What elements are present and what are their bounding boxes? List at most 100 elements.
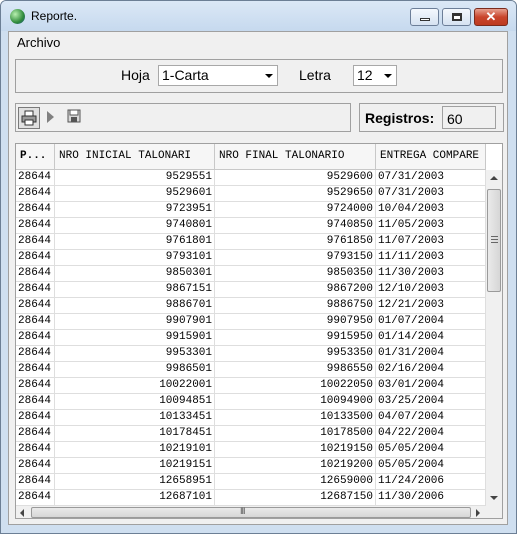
table-row[interactable]: 28644 9867151 9867200 12/10/2003 bbox=[16, 282, 486, 298]
table-cell: 28644 bbox=[16, 490, 55, 506]
column-header-p[interactable]: P... bbox=[16, 144, 55, 169]
table-cell: 28644 bbox=[16, 426, 55, 442]
data-grid: P... NRO INICIAL TALONARI NRO FINAL TALO… bbox=[15, 143, 503, 519]
title-bar[interactable]: Reporte. ✕ bbox=[1, 1, 516, 31]
table-cell: 9907950 bbox=[215, 314, 376, 330]
table-cell: 10094851 bbox=[55, 394, 215, 410]
hoja-select[interactable]: 1-Carta bbox=[158, 65, 278, 86]
save-icon[interactable] bbox=[67, 109, 81, 123]
table-cell: 28644 bbox=[16, 234, 55, 250]
column-header-nro-inicial[interactable]: NRO INICIAL TALONARI bbox=[55, 144, 215, 169]
table-row[interactable]: 28644 9740801 9740850 11/05/2003 bbox=[16, 218, 486, 234]
table-cell: 03/01/2004 bbox=[376, 378, 486, 394]
table-row[interactable]: 28644 9529601 9529650 07/31/2003 bbox=[16, 186, 486, 202]
table-cell: 9867151 bbox=[55, 282, 215, 298]
scroll-up-icon[interactable] bbox=[490, 176, 498, 180]
table-cell: 9953301 bbox=[55, 346, 215, 362]
table-row[interactable]: 28644 10133451 10133500 04/07/2004 bbox=[16, 410, 486, 426]
table-cell: 28644 bbox=[16, 218, 55, 234]
table-row[interactable]: 28644 12687101 12687150 11/30/2006 bbox=[16, 490, 486, 506]
table-cell: 9724000 bbox=[215, 202, 376, 218]
table-cell: 10219200 bbox=[215, 458, 376, 474]
table-cell: 10219151 bbox=[55, 458, 215, 474]
table-row[interactable]: 28644 9793101 9793150 11/11/2003 bbox=[16, 250, 486, 266]
table-cell: 9723951 bbox=[55, 202, 215, 218]
print-params-panel: Hoja 1-Carta Letra 12 bbox=[15, 59, 503, 93]
play-icon[interactable] bbox=[47, 111, 54, 123]
table-cell: 12658951 bbox=[55, 474, 215, 490]
table-row[interactable]: 28644 10219151 10219200 05/05/2004 bbox=[16, 458, 486, 474]
table-row[interactable]: 28644 9953301 9953350 01/31/2004 bbox=[16, 346, 486, 362]
report-window: Reporte. ✕ Archivo Hoja 1-Carta Letra 12 bbox=[0, 0, 517, 534]
minimize-icon bbox=[420, 18, 430, 21]
table-row[interactable]: 28644 9723951 9724000 10/04/2003 bbox=[16, 202, 486, 218]
table-cell: 10133500 bbox=[215, 410, 376, 426]
table-row[interactable]: 28644 9886701 9886750 12/21/2003 bbox=[16, 298, 486, 314]
table-cell: 04/07/2004 bbox=[376, 410, 486, 426]
table-cell: 9850301 bbox=[55, 266, 215, 282]
table-row[interactable]: 28644 9761801 9761850 11/07/2003 bbox=[16, 234, 486, 250]
table-cell: 9907901 bbox=[55, 314, 215, 330]
table-cell: 10/04/2003 bbox=[376, 202, 486, 218]
scroll-down-icon[interactable] bbox=[490, 496, 498, 500]
table-row[interactable]: 28644 10219101 10219150 05/05/2004 bbox=[16, 442, 486, 458]
table-cell: 9740850 bbox=[215, 218, 376, 234]
table-cell: 28644 bbox=[16, 266, 55, 282]
registros-panel: Registros: 60 bbox=[359, 103, 504, 132]
registros-value: 60 bbox=[442, 106, 496, 129]
table-row[interactable]: 28644 10094851 10094900 03/25/2004 bbox=[16, 394, 486, 410]
table-cell: 28644 bbox=[16, 314, 55, 330]
table-row[interactable]: 28644 9915901 9915950 01/14/2004 bbox=[16, 330, 486, 346]
table-row[interactable]: 28644 10178451 10178500 04/22/2004 bbox=[16, 426, 486, 442]
letra-select[interactable]: 12 bbox=[353, 65, 397, 86]
table-cell: 10219101 bbox=[55, 442, 215, 458]
table-cell: 07/31/2003 bbox=[376, 186, 486, 202]
table-cell: 9793101 bbox=[55, 250, 215, 266]
scroll-corner bbox=[486, 506, 502, 518]
minimize-button[interactable] bbox=[410, 8, 439, 26]
table-cell: 12659000 bbox=[215, 474, 376, 490]
table-cell: 28644 bbox=[16, 410, 55, 426]
maximize-button[interactable] bbox=[442, 8, 471, 26]
table-row[interactable]: 28644 12658951 12659000 11/24/2006 bbox=[16, 474, 486, 490]
vertical-scroll-thumb[interactable] bbox=[487, 189, 501, 292]
table-row[interactable]: 28644 9529551 9529600 07/31/2003 bbox=[16, 170, 486, 186]
table-cell: 05/05/2004 bbox=[376, 458, 486, 474]
close-icon: ✕ bbox=[485, 9, 497, 24]
scroll-right-icon[interactable] bbox=[476, 509, 480, 517]
horizontal-scrollbar[interactable]: III bbox=[16, 506, 486, 518]
registros-label: Registros: bbox=[365, 110, 435, 126]
table-cell: 02/16/2004 bbox=[376, 362, 486, 378]
table-cell: 28644 bbox=[16, 362, 55, 378]
horizontal-scroll-thumb[interactable]: III bbox=[31, 506, 471, 518]
column-header-nro-final[interactable]: NRO FINAL TALONARIO bbox=[215, 144, 376, 169]
table-cell: 9761850 bbox=[215, 234, 376, 250]
print-button[interactable] bbox=[18, 107, 40, 129]
table-cell: 10022001 bbox=[55, 378, 215, 394]
hoja-label: Hoja bbox=[121, 67, 150, 83]
table-cell: 04/22/2004 bbox=[376, 426, 486, 442]
table-cell: 9915950 bbox=[215, 330, 376, 346]
menu-archivo[interactable]: Archivo bbox=[17, 35, 60, 50]
table-cell: 28644 bbox=[16, 330, 55, 346]
letra-select-value: 12 bbox=[357, 67, 373, 83]
app-globe-icon bbox=[10, 9, 25, 24]
table-cell: 10178500 bbox=[215, 426, 376, 442]
table-cell: 10219150 bbox=[215, 442, 376, 458]
table-cell: 12/10/2003 bbox=[376, 282, 486, 298]
table-row[interactable]: 28644 9907901 9907950 01/07/2004 bbox=[16, 314, 486, 330]
table-cell: 28644 bbox=[16, 282, 55, 298]
table-cell: 07/31/2003 bbox=[376, 170, 486, 186]
vertical-scrollbar[interactable] bbox=[486, 170, 502, 506]
table-row[interactable]: 28644 10022001 10022050 03/01/2004 bbox=[16, 378, 486, 394]
column-header-entrega[interactable]: ENTREGA COMPARE bbox=[376, 144, 486, 169]
table-cell: 28644 bbox=[16, 186, 55, 202]
toolbar bbox=[15, 103, 351, 132]
table-row[interactable]: 28644 9850301 9850350 11/30/2003 bbox=[16, 266, 486, 282]
table-cell: 28644 bbox=[16, 346, 55, 362]
table-cell: 03/25/2004 bbox=[376, 394, 486, 410]
table-row[interactable]: 28644 9986501 9986550 02/16/2004 bbox=[16, 362, 486, 378]
hoja-select-value: 1-Carta bbox=[162, 67, 209, 83]
scroll-left-icon[interactable] bbox=[20, 509, 24, 517]
close-button[interactable]: ✕ bbox=[474, 8, 508, 26]
